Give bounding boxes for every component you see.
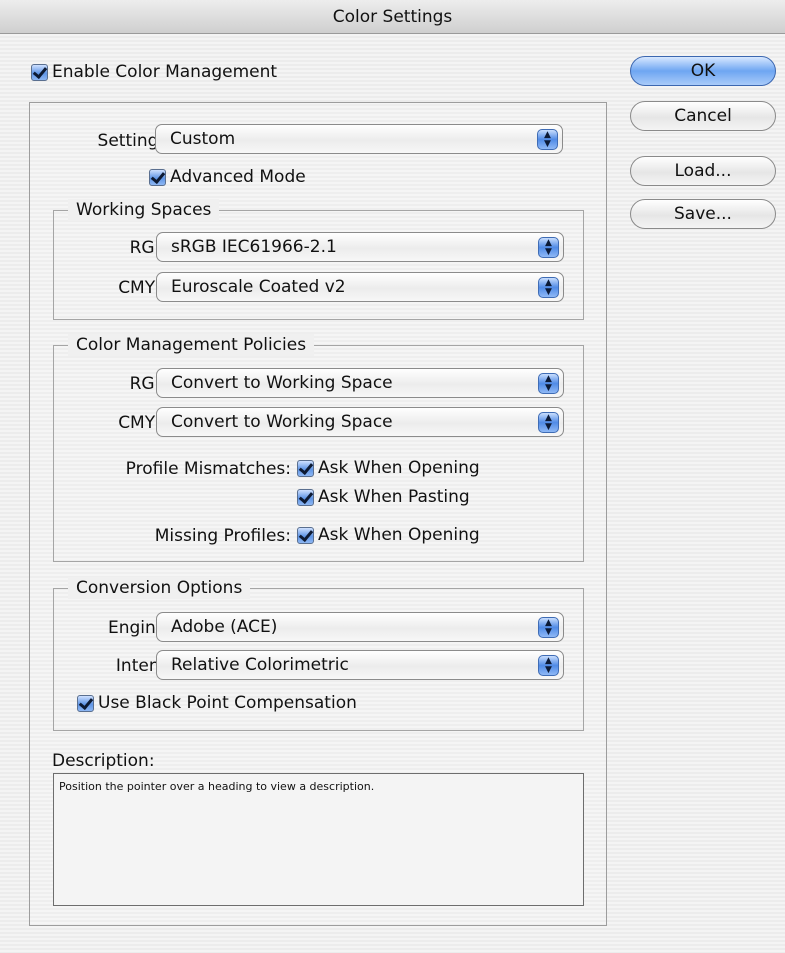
ok-button-label: OK [690,61,716,81]
checkmark-icon[interactable] [31,63,48,81]
advanced-mode-checkbox[interactable]: Advanced Mode [149,167,306,187]
policies-title: Color Management Policies [68,334,315,356]
ws-cmyk-select[interactable]: Euroscale Coated v2 ▲ ▼ [156,272,564,302]
window-title: Color Settings [332,6,453,27]
description-box: Position the pointer over a heading to v… [53,773,584,906]
settings-select[interactable]: Custom ▲ ▼ [155,124,563,154]
policy-cmyk-select[interactable]: Convert to Working Space ▲ ▼ [156,407,564,437]
policy-rgb-value: Convert to Working Space [171,373,393,393]
load-button-label: Load... [674,161,732,181]
window-titlebar: Color Settings [0,0,785,34]
ws-rgb-select[interactable]: sRGB IEC61966-2.1 ▲ ▼ [156,232,564,262]
intent-value: Relative Colorimetric [171,655,349,675]
working-spaces-group: Working Spaces RGB: sRGB IEC61966-2.1 ▲ ▼… [53,199,584,320]
intent-select[interactable]: Relative Colorimetric ▲ ▼ [156,650,564,680]
mismatch-ask-pasting-checkbox[interactable]: Ask When Pasting [297,487,470,507]
load-button[interactable]: Load... [630,156,776,186]
up-down-arrows-icon: ▲ ▼ [538,277,559,298]
checkmark-icon[interactable] [149,168,166,186]
missing-profiles-label: Missing Profiles: [154,526,291,546]
black-point-checkbox[interactable]: Use Black Point Compensation [77,693,357,713]
checkmark-icon[interactable] [297,526,314,544]
mismatch-ask-opening-label: Ask When Opening [318,458,480,478]
cancel-button-label: Cancel [674,106,732,126]
advanced-mode-label: Advanced Mode [170,167,306,187]
mismatch-ask-opening-checkbox[interactable]: Ask When Opening [297,458,480,478]
save-button[interactable]: Save... [630,199,776,229]
up-down-arrows-icon: ▲ ▼ [538,655,559,676]
mismatch-ask-pasting-label: Ask When Pasting [318,487,470,507]
policies-group: Color Management Policies RGB: Convert t… [53,334,584,562]
working-spaces-title: Working Spaces [68,199,220,221]
checkmark-icon[interactable] [297,459,314,477]
enable-color-management-label: Enable Color Management [52,62,278,82]
settings-panel: Settings: Custom ▲ ▼ Advanced Mode Workin… [29,102,607,926]
cancel-button[interactable]: Cancel [630,101,776,131]
profile-mismatches-label: Profile Mismatches: [125,459,291,479]
missing-ask-opening-checkbox[interactable]: Ask When Opening [297,525,480,545]
up-down-arrows-icon: ▲ ▼ [538,373,559,394]
description-label: Description: [52,751,155,771]
up-down-arrows-icon: ▲ ▼ [538,237,559,258]
up-down-arrows-icon: ▲ ▼ [537,129,558,150]
ok-button[interactable]: OK [630,56,776,86]
save-button-label: Save... [674,204,732,224]
conversion-title: Conversion Options [68,577,251,599]
up-down-arrows-icon: ▲ ▼ [538,412,559,433]
black-point-label: Use Black Point Compensation [98,693,357,713]
policy-cmyk-value: Convert to Working Space [171,412,393,432]
checkmark-icon[interactable] [77,694,94,712]
missing-ask-opening-label: Ask When Opening [318,525,480,545]
conversion-group: Conversion Options Engine: Adobe (ACE) ▲… [53,577,584,731]
up-down-arrows-icon: ▲ ▼ [538,617,559,638]
policy-rgb-select[interactable]: Convert to Working Space ▲ ▼ [156,368,564,398]
ws-cmyk-value: Euroscale Coated v2 [171,277,346,297]
engine-value: Adobe (ACE) [171,617,278,637]
settings-value: Custom [170,129,236,149]
ws-rgb-value: sRGB IEC61966-2.1 [171,237,337,257]
checkmark-icon[interactable] [297,488,314,506]
engine-select[interactable]: Adobe (ACE) ▲ ▼ [156,612,564,642]
description-text: Position the pointer over a heading to v… [59,780,375,793]
enable-color-management-checkbox[interactable]: Enable Color Management [31,62,277,82]
